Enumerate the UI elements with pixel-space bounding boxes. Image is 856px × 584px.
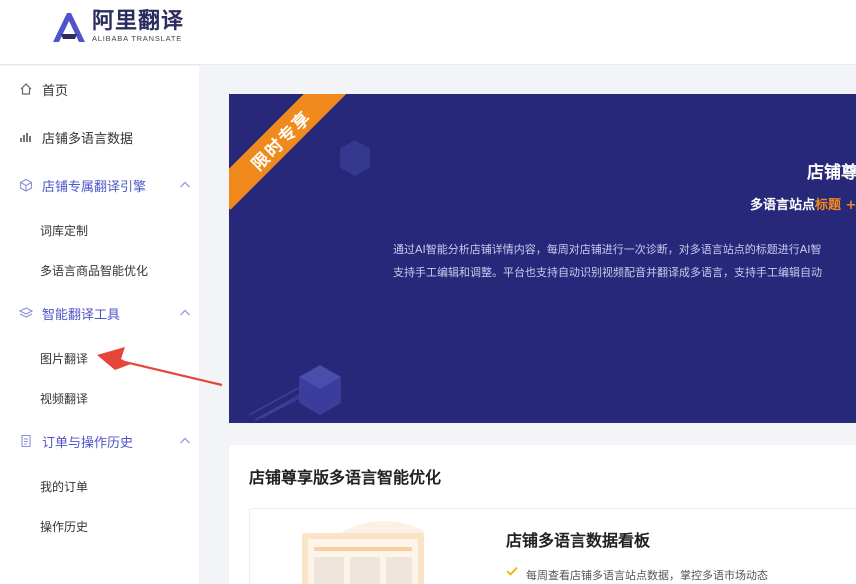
hexagon-decoration-icon xyxy=(340,140,370,176)
sidebar-item-label: 店铺专属翻译引擎 xyxy=(42,179,147,195)
sidebar-subitem-operation-history[interactable]: 操作历史 xyxy=(40,518,88,535)
annotation-arrow-icon xyxy=(97,347,223,387)
sidebar-item-store-data[interactable]: 店铺多语言数据 xyxy=(0,117,199,157)
feature-point: 每周查看店铺多语言站点数据，掌控多语市场动态 xyxy=(506,566,768,583)
cube-icon xyxy=(18,177,34,193)
limited-offer-ribbon: 限时专享 xyxy=(229,94,351,210)
check-icon xyxy=(506,566,518,576)
promo-banner[interactable]: 限时专享 店铺尊 多语言站点标题 + 通过AI智能分析店铺详情内容，每周对店铺进… xyxy=(229,94,856,423)
feature-title: 店铺多语言数据看板 xyxy=(506,531,651,550)
sidebar-subitem-product-optimization[interactable]: 多语言商品智能优化 xyxy=(40,262,148,279)
sidebar-item-home[interactable]: 首页 xyxy=(0,69,199,109)
brand-name: 阿里翻译 xyxy=(92,9,185,34)
bar-chart-icon xyxy=(18,129,34,145)
sidebar-item-label: 首页 xyxy=(42,83,69,99)
sidebar-item-label: 智能翻译工具 xyxy=(42,307,121,323)
document-icon xyxy=(18,433,34,449)
sidebar-subitem-video-translation[interactable]: 视频翻译 xyxy=(40,390,88,407)
banner-title: 店铺尊 xyxy=(807,163,856,183)
hexagon-decoration-icon xyxy=(299,365,341,415)
banner-description: 通过AI智能分析店铺详情内容，每周对店铺进行一次诊断，对多语言站点的标题进行AI… xyxy=(393,243,822,279)
sidebar-subitem-my-orders[interactable]: 我的订单 xyxy=(40,478,88,495)
sidebar-group-translation-tools[interactable]: 智能翻译工具 xyxy=(0,293,199,333)
sidebar: 首页 店铺多语言数据 店铺专属翻译引擎 词库定制 多语言商品智能优化 智能翻译工… xyxy=(0,66,199,584)
dashboard-preview-image xyxy=(302,521,424,584)
chevron-up-icon[interactable] xyxy=(178,306,192,320)
home-icon xyxy=(18,81,34,97)
brand-logo[interactable]: 阿里翻译 ALIBABA TRANSLATE xyxy=(50,10,184,44)
brand-name-en: ALIBABA TRANSLATE xyxy=(92,34,183,43)
sidebar-group-translation-engine[interactable]: 店铺专属翻译引擎 xyxy=(0,165,199,205)
sidebar-item-label: 订单与操作历史 xyxy=(42,435,134,451)
layers-icon xyxy=(18,305,34,321)
sidebar-group-orders-history[interactable]: 订单与操作历史 xyxy=(0,421,199,461)
feature-card[interactable]: 店铺多语言数据看板 每周查看店铺多语言站点数据，掌控多语市场动态 xyxy=(249,508,856,584)
premium-optimization-section: 店铺尊享版多语言智能优化 店铺多语言数据看板 每周查看店铺多语言站点数据，掌控多… xyxy=(229,445,856,584)
chevron-up-icon[interactable] xyxy=(178,178,192,192)
sidebar-item-label: 店铺多语言数据 xyxy=(42,131,134,147)
chevron-up-icon[interactable] xyxy=(178,434,192,448)
section-title: 店铺尊享版多语言智能优化 xyxy=(249,468,442,487)
top-header: 阿里翻译 ALIBABA TRANSLATE xyxy=(0,0,856,65)
sidebar-subitem-image-translation[interactable]: 图片翻译 xyxy=(40,350,88,367)
sidebar-subitem-glossary[interactable]: 词库定制 xyxy=(40,222,88,239)
logo-icon xyxy=(53,13,85,42)
banner-subtitle: 多语言站点标题 + xyxy=(750,198,856,213)
